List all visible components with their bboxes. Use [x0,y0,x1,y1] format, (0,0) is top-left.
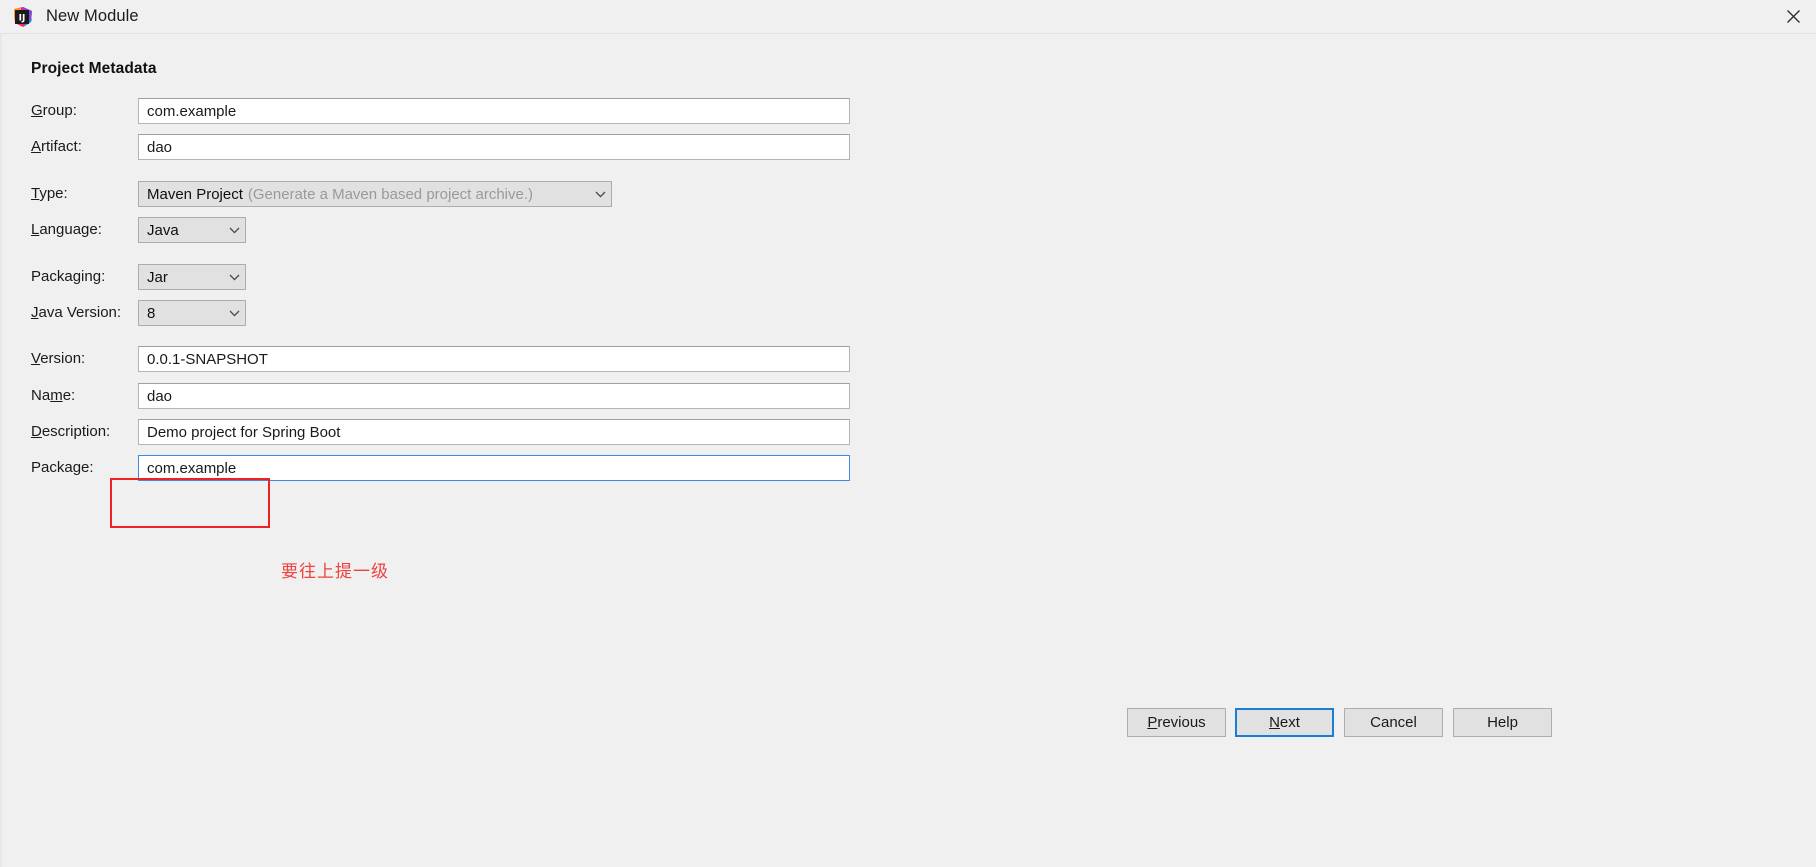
language-selected-value: Java [147,221,179,239]
description-field-wrap [138,419,850,445]
version-field-wrap [138,346,850,372]
description-label: Description: [31,423,111,440]
name-label: Name: [31,387,76,404]
language-label: Language: [31,221,102,238]
chevron-down-icon [223,227,245,234]
chevron-down-icon [223,274,245,281]
language-dropdown[interactable]: Java [138,217,246,243]
version-label: Version: [31,350,86,367]
cancel-button[interactable]: Cancel [1344,708,1443,737]
name-field-wrap [138,383,850,409]
chevron-down-icon [223,310,245,317]
type-selected-value: Maven Project [147,185,243,203]
page-title: Project Metadata [31,60,157,77]
description-input[interactable] [138,419,850,445]
help-button[interactable]: Help [1453,708,1552,737]
dialog-content: Project Metadata Group: Artifact: Type: … [0,33,1816,867]
packaging-field-wrap: Jar [138,264,246,290]
dialog-button-bar: Previous Next Cancel Help [0,708,1816,748]
artifact-label: Artifact: [31,138,82,155]
package-input[interactable] [138,455,850,481]
name-input[interactable] [138,383,850,409]
artifact-field-wrap [138,134,850,160]
window-title: New Module [46,7,139,25]
packaging-dropdown[interactable]: Jar [138,264,246,290]
type-label: Type: [31,185,68,202]
package-field-wrap [138,455,850,481]
java-version-dropdown[interactable]: 8 [138,300,246,326]
java-version-selected-value: 8 [147,304,156,322]
language-field-wrap: Java [138,217,246,243]
type-hint-text: (Generate a Maven based project archive.… [247,185,534,203]
chevron-down-icon [589,191,611,198]
intellij-idea-icon: IJ [12,6,34,28]
group-input[interactable] [138,98,850,124]
annotation-highlight-box [110,478,270,528]
title-bar: IJ New Module [0,0,1816,33]
group-field-wrap [138,98,850,124]
package-label: Package: [31,459,94,476]
close-button[interactable] [1770,0,1816,33]
packaging-selected-value: Jar [147,268,168,286]
group-label: Group: [31,102,77,119]
packaging-label: Packaging: [31,268,106,285]
annotation-note: 要往上提一级 [281,562,389,582]
artifact-input[interactable] [138,134,850,160]
close-icon [1786,9,1801,24]
java-version-field-wrap: 8 [138,300,246,326]
type-dropdown[interactable]: Maven Project (Generate a Maven based pr… [138,181,612,207]
next-button[interactable]: Next [1235,708,1334,737]
previous-button[interactable]: Previous [1127,708,1226,737]
svg-text:IJ: IJ [19,13,26,23]
type-field-wrap: Maven Project (Generate a Maven based pr… [138,181,612,207]
java-version-label: Java Version: [31,304,122,321]
version-input[interactable] [138,346,850,372]
